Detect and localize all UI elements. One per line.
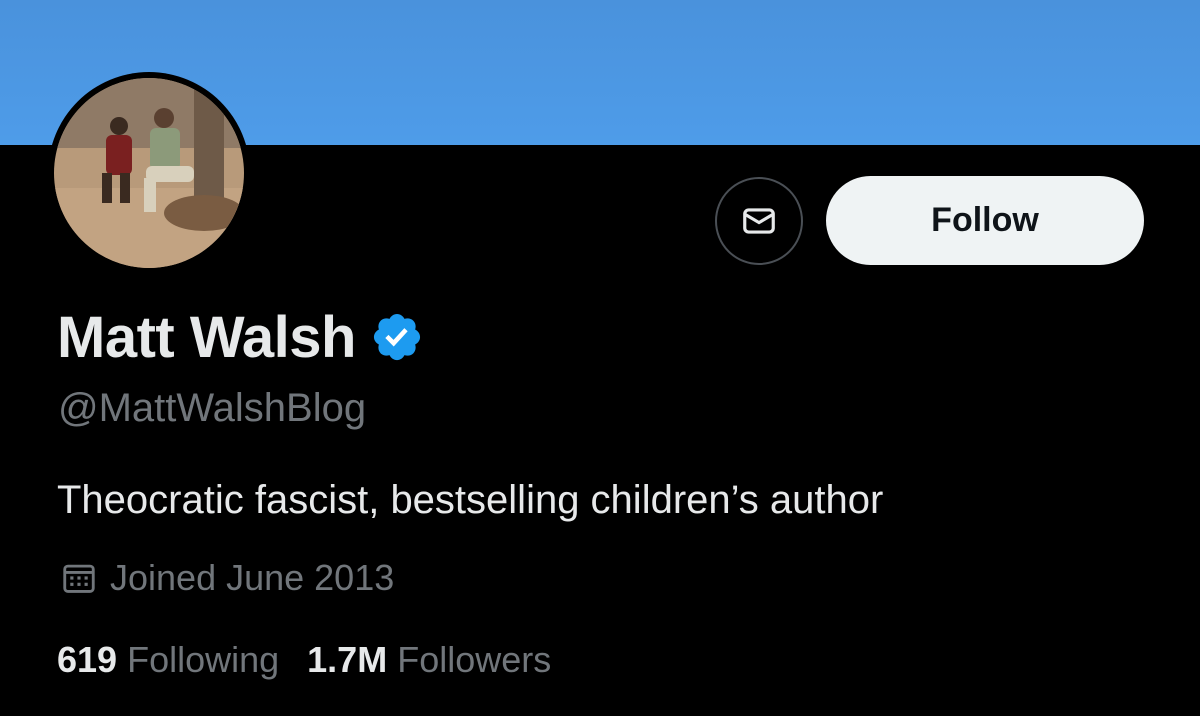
avatar-photo bbox=[54, 78, 244, 268]
follow-stats: 619 Following 1.7M Followers bbox=[57, 636, 551, 684]
display-name: Matt Walsh bbox=[57, 304, 356, 370]
followers-count: 1.7M bbox=[307, 639, 388, 680]
followers-link[interactable]: 1.7M Followers bbox=[307, 639, 551, 681]
following-label: Following bbox=[127, 639, 280, 680]
verified-badge-icon[interactable] bbox=[370, 310, 424, 364]
following-count: 619 bbox=[57, 639, 118, 680]
followers-label: Followers bbox=[397, 639, 552, 680]
joined-date-row: Joined June 2013 bbox=[60, 556, 394, 600]
following-link[interactable]: 619 Following bbox=[57, 639, 279, 681]
profile-bio: Theocratic fascist, bestselling children… bbox=[57, 478, 884, 522]
message-button[interactable] bbox=[715, 177, 803, 265]
joined-date: Joined June 2013 bbox=[110, 557, 395, 598]
profile-handle: @MattWalshBlog bbox=[58, 386, 367, 430]
envelope-icon bbox=[743, 208, 775, 234]
avatar[interactable] bbox=[48, 72, 250, 274]
name-row: Matt Walsh bbox=[57, 302, 424, 372]
follow-button[interactable]: Follow bbox=[826, 176, 1144, 265]
calendar-icon bbox=[63, 564, 95, 593]
